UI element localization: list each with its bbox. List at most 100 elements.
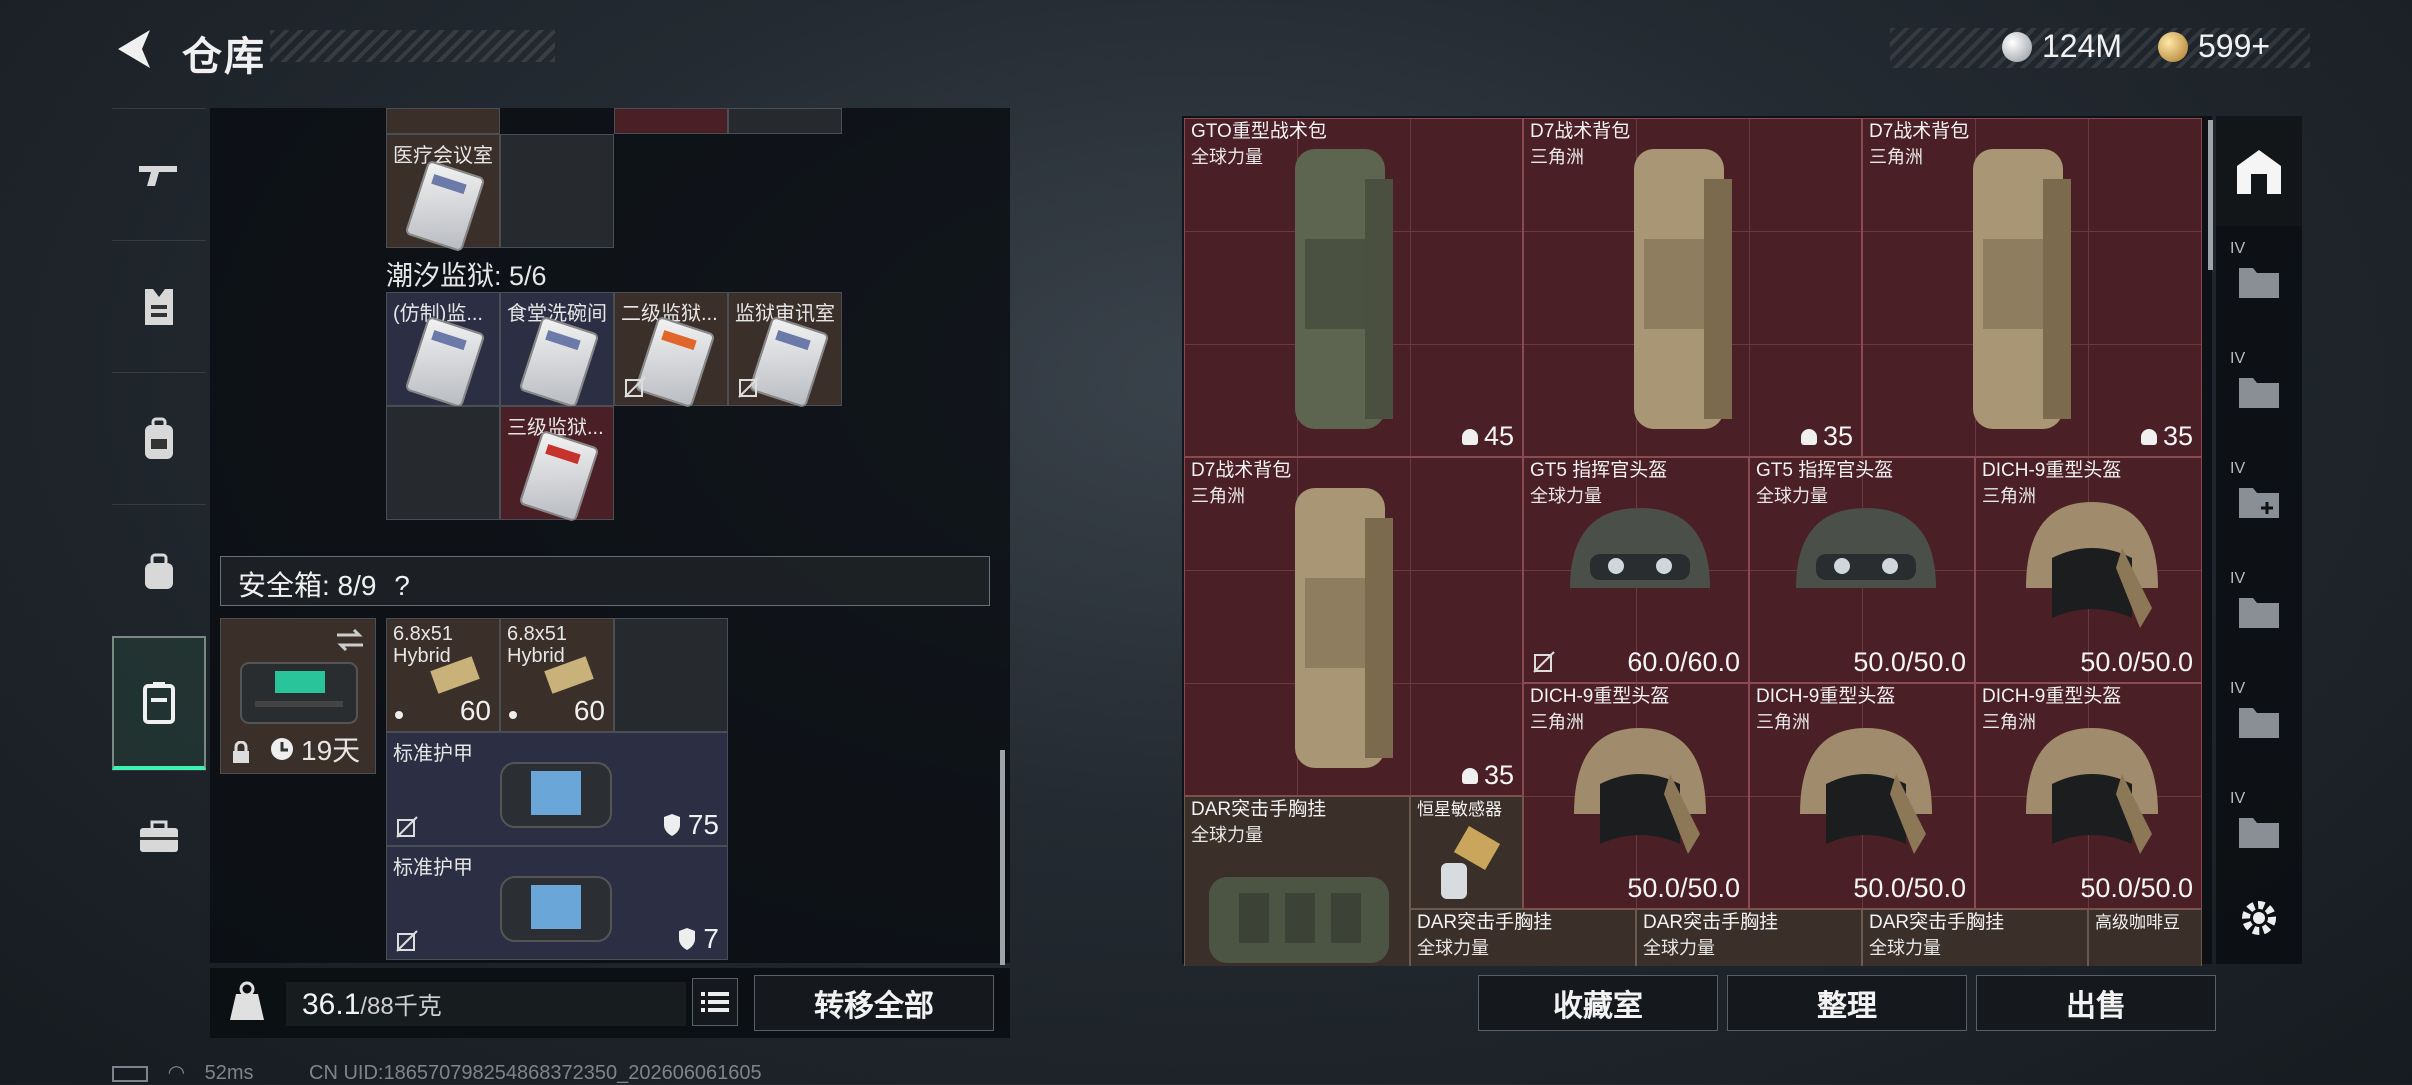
no-insure-icon: [1533, 651, 1555, 673]
stash-item[interactable]: D7战术背包 三角洲 35: [1523, 118, 1862, 457]
capacity-icon: [2140, 428, 2157, 445]
keycard-slot[interactable]: 三级监狱...: [500, 406, 614, 523]
item-name: DAR突击手胸挂: [1643, 912, 1779, 933]
item-durability: 50.0/50.0: [2080, 647, 2193, 677]
ammo-slot[interactable]: 6.8x51 Hybrid 60: [500, 618, 614, 732]
stash-item[interactable]: DAR突击手胸挂 全球力量: [1184, 796, 1410, 966]
stash-item[interactable]: DICH-9重型头盔 三角洲 50.0/50.0: [1975, 683, 2202, 909]
keycard-icon: [404, 159, 486, 253]
stash-page-7[interactable]: IV: [2216, 776, 2302, 886]
chest-rig-icon: [1209, 877, 1389, 963]
sidebar-item-vest[interactable]: [112, 240, 206, 373]
stash-page-3[interactable]: IV: [2216, 336, 2302, 446]
page-title: 仓库: [182, 35, 266, 79]
no-insure-icon: [396, 930, 418, 952]
keycard-slot[interactable]: 医疗会议室: [386, 134, 500, 253]
armor-slot[interactable]: 标准护甲 7: [386, 846, 728, 960]
armor-slot[interactable]: 标准护甲 75: [386, 732, 728, 846]
helmet-icon: [1570, 508, 1710, 588]
collection-room-button[interactable]: 收藏室: [1478, 975, 1718, 1031]
stash-item[interactable]: DICH-9重型头盔 三角洲 50.0/50.0: [1975, 457, 2202, 683]
page-tier-label: IV: [2230, 240, 2246, 257]
safe-box-slot[interactable]: 19天: [220, 618, 376, 774]
ammo-sub: Hybrid: [393, 645, 451, 667]
inventory-slot[interactable]: [614, 108, 728, 134]
stash-page-5[interactable]: IV: [2216, 556, 2302, 666]
prison-section-header: 潮汐监狱: 5/6: [386, 261, 547, 291]
stash-page-rail: IV IV IV IV IV IV: [2216, 116, 2302, 964]
item-durability: 50.0/50.0: [1853, 647, 1966, 677]
list-view-button[interactable]: [692, 978, 738, 1026]
keycard-icon: [518, 315, 600, 409]
empty-slot[interactable]: [500, 134, 614, 248]
help-icon[interactable]: ?: [394, 570, 410, 601]
stash-item[interactable]: DAR突击手胸挂 全球力量: [1636, 909, 1862, 966]
stash-page-6[interactable]: IV: [2216, 666, 2302, 776]
item-faction: 三角洲: [1869, 147, 1923, 167]
stash-item[interactable]: D7战术背包 三角洲 35: [1184, 457, 1523, 796]
pouch-icon: [145, 553, 173, 589]
armor-durability-value: 7: [703, 923, 719, 954]
stash-item[interactable]: GT5 指挥官头盔 全球力量 60.0/60.0: [1523, 457, 1749, 683]
page-tier-label: IV: [2230, 790, 2246, 807]
keycard-slot[interactable]: 二级监狱...: [614, 292, 728, 409]
stash-item[interactable]: GT5 指挥官头盔 全球力量 50.0/50.0: [1749, 457, 1975, 683]
currency-silver[interactable]: 124M: [2002, 28, 2122, 65]
stash-item[interactable]: DICH-9重型头盔 三角洲 50.0/50.0: [1523, 683, 1749, 909]
keycard-slot[interactable]: (仿制)监...: [386, 292, 500, 409]
backpack-icon: [1295, 488, 1393, 768]
item-name: DICH-9重型头盔: [1530, 686, 1670, 707]
stash-item[interactable]: DAR突击手胸挂 全球力量: [1410, 909, 1636, 966]
sell-button[interactable]: 出售: [1976, 975, 2216, 1031]
carry-weight: 36.1/88千克: [302, 986, 442, 1022]
helmet-icon: [1796, 508, 1936, 588]
sidebar-item-case[interactable]: [112, 770, 206, 903]
silver-coin-icon: [2002, 31, 2032, 62]
capacity-icon: [1461, 767, 1478, 784]
stash-page-main[interactable]: [2216, 116, 2302, 226]
helmet-icon: [1800, 728, 1932, 854]
back-arrow-icon[interactable]: [110, 24, 160, 74]
armor-name: 标准护甲: [393, 857, 473, 879]
no-insure-icon: [738, 376, 760, 398]
ammo-name: 6.8x51: [393, 623, 454, 645]
empty-slot[interactable]: [614, 618, 728, 732]
item-name: DAR突击手胸挂: [1191, 799, 1327, 820]
stash-item[interactable]: 高级咖啡豆: [2088, 909, 2202, 966]
sidebar-item-pouch[interactable]: [112, 504, 206, 637]
scrollbar[interactable]: [1000, 750, 1005, 965]
item-faction: 全球力量: [1191, 825, 1263, 845]
transfer-all-button[interactable]: 转移全部: [754, 975, 994, 1031]
stash-item[interactable]: GTO重型战术包 全球力量 45: [1184, 118, 1523, 457]
currency-gold-value: 599+: [2198, 28, 2271, 64]
stash-item[interactable]: D7战术背包 三角洲 35: [1862, 118, 2202, 457]
page-tier-label: IV: [2230, 350, 2246, 367]
keycard-slot[interactable]: 监狱审讯室: [728, 292, 842, 409]
inventory-slot[interactable]: [728, 108, 842, 134]
capacity-icon: [1461, 428, 1478, 445]
stash-item[interactable]: DICH-9重型头盔 三角洲 50.0/50.0: [1749, 683, 1975, 909]
stash-page-4[interactable]: IV: [2216, 446, 2302, 556]
inventory-slot[interactable]: [386, 108, 500, 134]
ammo-slot[interactable]: 6.8x51 Hybrid 60: [386, 618, 500, 732]
stash-item[interactable]: 恒星敏感器: [1410, 796, 1523, 909]
stash-page-2[interactable]: IV: [2216, 226, 2302, 336]
stash-item[interactable]: DAR突击手胸挂 全球力量: [1862, 909, 2088, 966]
swap-icon[interactable]: [335, 629, 365, 651]
currency-gold[interactable]: 599+: [2158, 28, 2270, 65]
ammo-dot-icon: [395, 711, 403, 719]
item-name: GT5 指挥官头盔: [1756, 460, 1894, 481]
sidebar-item-storage[interactable]: [112, 636, 206, 770]
sort-button[interactable]: 整理: [1727, 975, 1967, 1031]
keycard-slot[interactable]: 食堂洗碗间: [500, 292, 614, 409]
ammo-count: 60: [459, 695, 491, 726]
stash-scrollbar[interactable]: [2208, 120, 2213, 270]
empty-slot[interactable]: [386, 406, 500, 520]
item-value: 35: [1800, 421, 1853, 452]
item-value: 35: [2140, 421, 2193, 452]
sidebar-item-weapon[interactable]: [112, 108, 206, 241]
safe-box-icon: [240, 662, 358, 724]
sidebar-item-backpack[interactable]: [112, 372, 206, 505]
settings-button[interactable]: [2216, 876, 2302, 960]
category-sidebar: [112, 108, 206, 1008]
